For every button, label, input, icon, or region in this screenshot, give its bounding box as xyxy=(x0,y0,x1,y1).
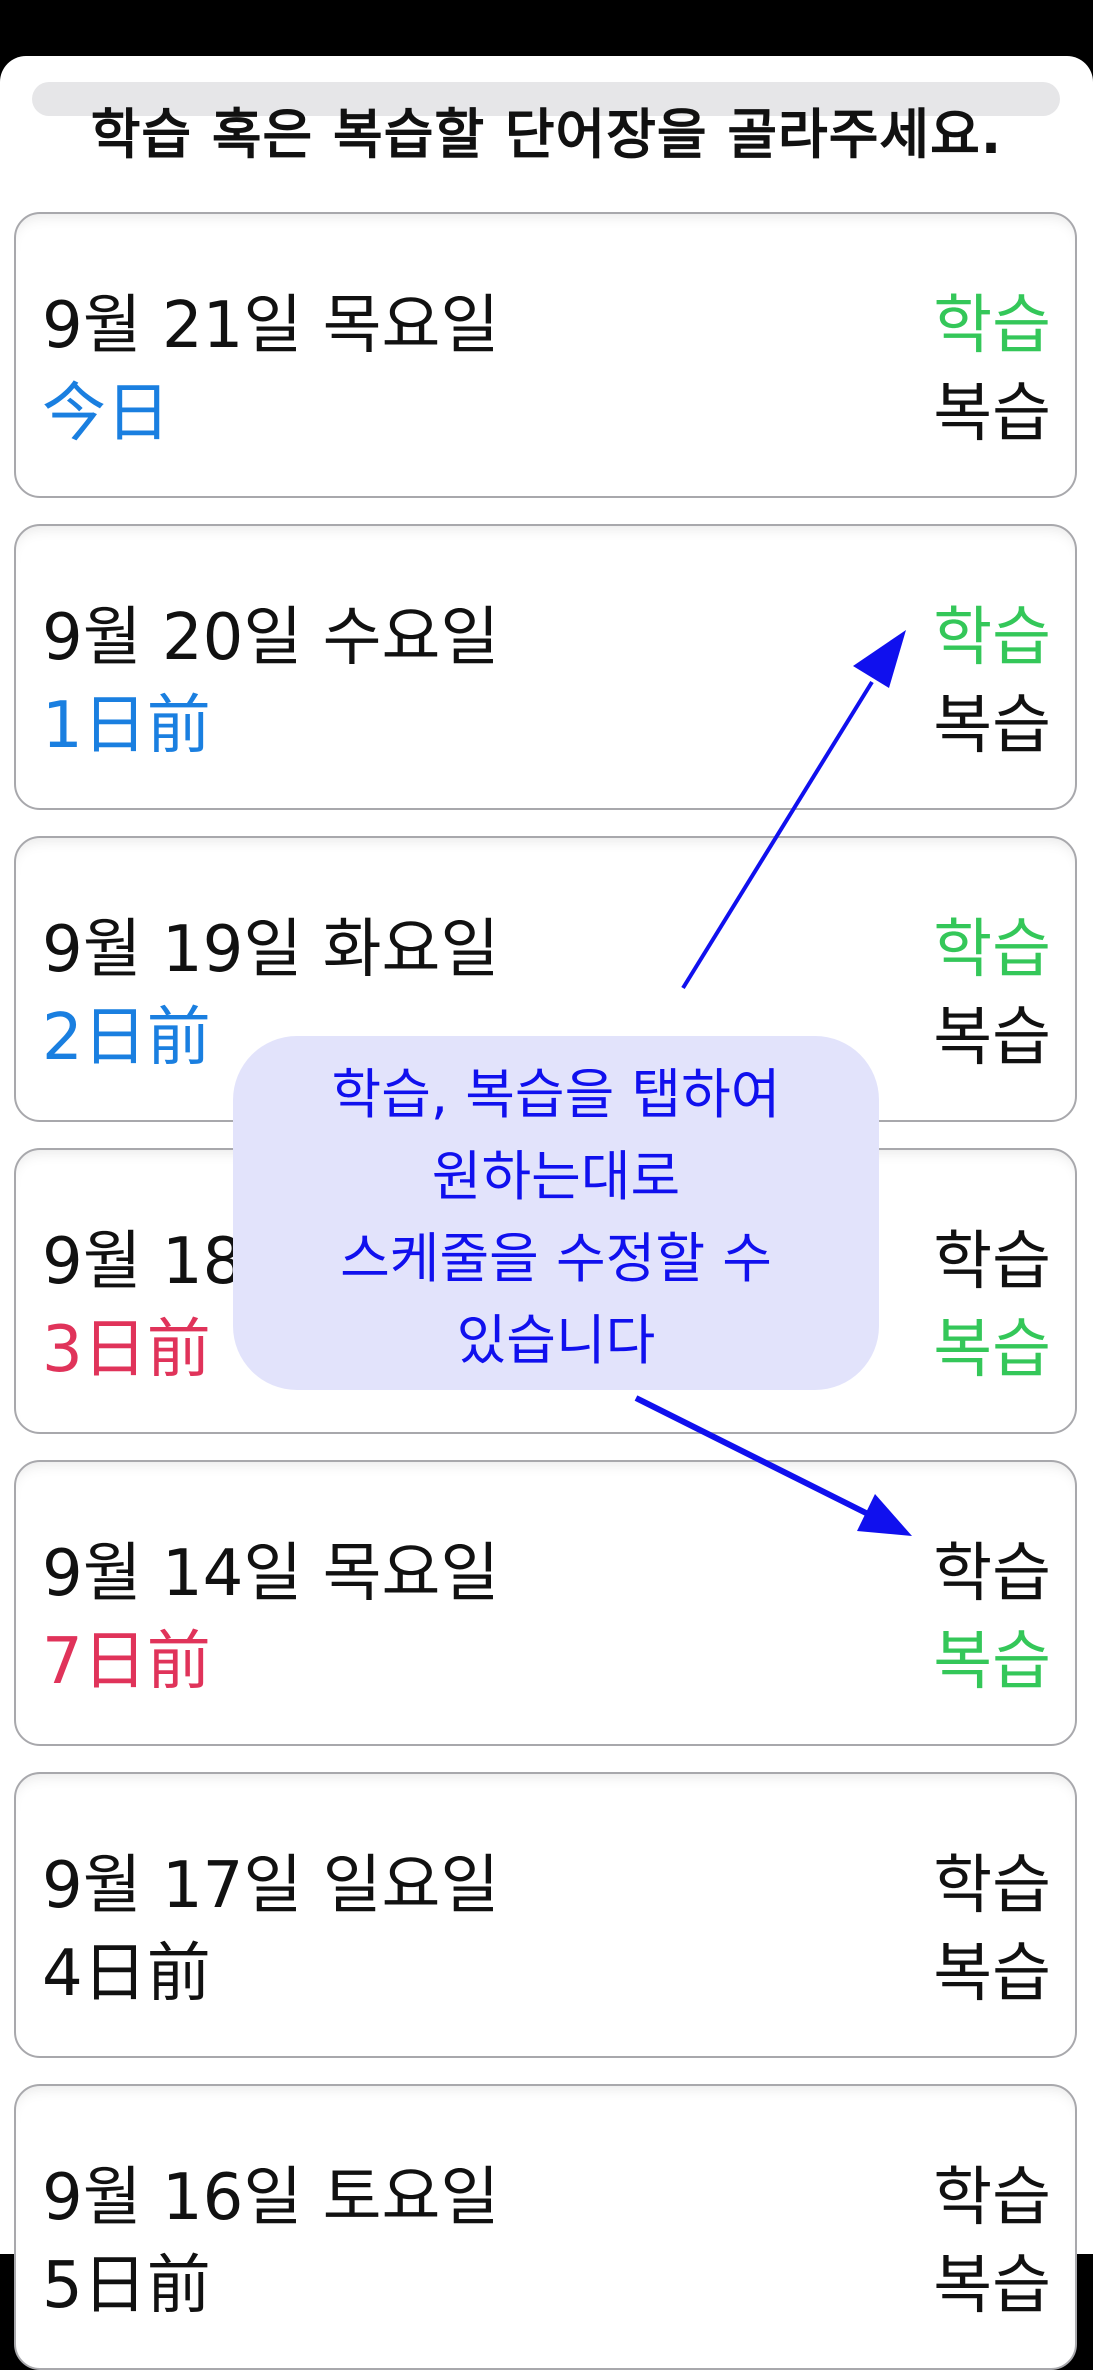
card-days-ago: 5日前 xyxy=(42,2249,211,2323)
card-days-ago: 2日前 xyxy=(42,1001,211,1075)
card-date: 9월 17일 일요일 xyxy=(42,1849,500,1923)
card-date: 9월 21일 목요일 xyxy=(42,289,500,363)
review-button[interactable]: 복습 xyxy=(933,362,1051,454)
callout-line: 학습, 복습을 탭하여 xyxy=(331,1063,781,1126)
card-days-ago: 今日 xyxy=(42,377,170,451)
card-date: 9월 18 xyxy=(42,1225,244,1299)
learn-button[interactable]: 학습 xyxy=(933,274,1051,366)
wordbook-card[interactable]: 9월 21일 목요일 今日 학습 복습 xyxy=(14,212,1077,498)
review-button[interactable]: 복습 xyxy=(933,2234,1051,2326)
learn-button[interactable]: 학습 xyxy=(933,2146,1051,2238)
learn-button[interactable]: 학습 xyxy=(933,1834,1051,1926)
wordbook-card[interactable]: 9월 16일 토요일 5日前 학습 복습 xyxy=(14,2084,1077,2370)
card-days-ago: 7日前 xyxy=(42,1625,211,1699)
wordbook-card[interactable]: 9월 20일 수요일 1日前 학습 복습 xyxy=(14,524,1077,810)
card-date: 9월 16일 토요일 xyxy=(42,2161,500,2235)
review-button[interactable]: 복습 xyxy=(933,1610,1051,1702)
card-days-ago: 3日前 xyxy=(42,1313,211,1387)
annotation-callout: 학습, 복습을 탭하여 원하는대로 스케줄을 수정할 수 있습니다 xyxy=(233,1036,879,1390)
card-days-ago: 4日前 xyxy=(42,1937,211,2011)
sheet-title: 학습 혹은 복습할 단어장을 골라주세요. xyxy=(90,103,1003,166)
review-button[interactable]: 복습 xyxy=(933,1298,1051,1390)
callout-line: 원하는대로 xyxy=(431,1145,681,1208)
card-days-ago: 1日前 xyxy=(42,689,211,763)
review-button[interactable]: 복습 xyxy=(933,1922,1051,2014)
card-date: 9월 19일 화요일 xyxy=(42,913,500,987)
card-date: 9월 20일 수요일 xyxy=(42,601,500,675)
learn-button[interactable]: 학습 xyxy=(933,1210,1051,1302)
callout-line: 스케줄을 수정할 수 xyxy=(340,1227,772,1290)
callout-line: 있습니다 xyxy=(456,1309,656,1372)
wordbook-card[interactable]: 9월 14일 목요일 7日前 학습 복습 xyxy=(14,1460,1077,1746)
review-button[interactable]: 복습 xyxy=(933,674,1051,766)
learn-button[interactable]: 학습 xyxy=(933,898,1051,990)
wordbook-card[interactable]: 9월 17일 일요일 4日前 학습 복습 xyxy=(14,1772,1077,2058)
review-button[interactable]: 복습 xyxy=(933,986,1051,1078)
learn-button[interactable]: 학습 xyxy=(933,1522,1051,1614)
learn-button[interactable]: 학습 xyxy=(933,586,1051,678)
card-date: 9월 14일 목요일 xyxy=(42,1537,500,1611)
